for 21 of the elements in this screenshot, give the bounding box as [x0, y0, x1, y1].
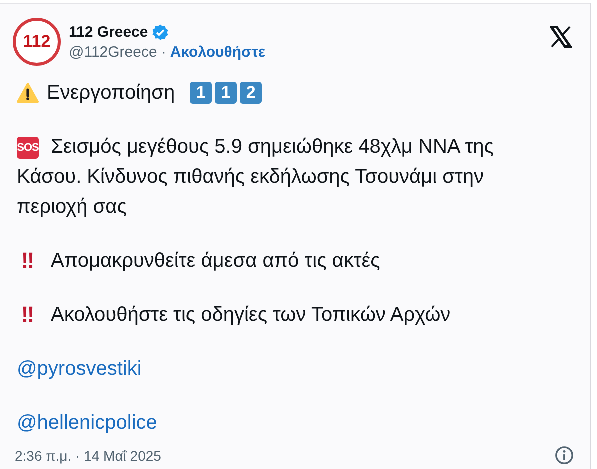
- instruction-text: Απομακρυνθείτε άμεσα από τις ακτές: [51, 249, 380, 274]
- avatar-text: 112: [23, 32, 51, 52]
- info-icon[interactable]: [555, 446, 574, 465]
- x-logo-icon[interactable]: [550, 26, 572, 48]
- follow-link[interactable]: Ακολουθήστε: [170, 44, 266, 60]
- keycap: 1: [190, 82, 212, 104]
- instruction-text: Ακολουθήστε τις οδηγίες των Τοπικών Αρχών: [51, 303, 451, 328]
- account-name[interactable]: 112 Greece: [69, 24, 148, 40]
- double-exclamation-mark: ‼: [20, 247, 36, 275]
- account-handle[interactable]: @112Greece: [69, 44, 158, 60]
- double-exclamation-mark: ‼: [20, 301, 36, 329]
- heading-text: Ενεργοποίηση: [47, 81, 176, 106]
- alert-text: SOS Σεισμός μεγέθους 5.9 σημειώθηκε 48χλμ ΝΝΑ της Κάσου. Κίνδυνος πιθανής εκδήλωσης Τσουνάμι στην περιοχή σας: [17, 135, 495, 220]
- keycap: 1: [215, 82, 238, 104]
- warning-icon: [17, 83, 39, 103]
- mention-link[interactable]: @pyrosvestiki: [17, 358, 142, 380]
- avatar[interactable]: 112: [13, 18, 61, 66]
- separator: ·: [161, 44, 166, 60]
- mention-link[interactable]: @hellenicpolice: [17, 412, 158, 434]
- timestamp[interactable]: 2:36 π.μ. · 14 Μαΐ 2025: [15, 448, 162, 464]
- keycap: 2: [240, 82, 262, 104]
